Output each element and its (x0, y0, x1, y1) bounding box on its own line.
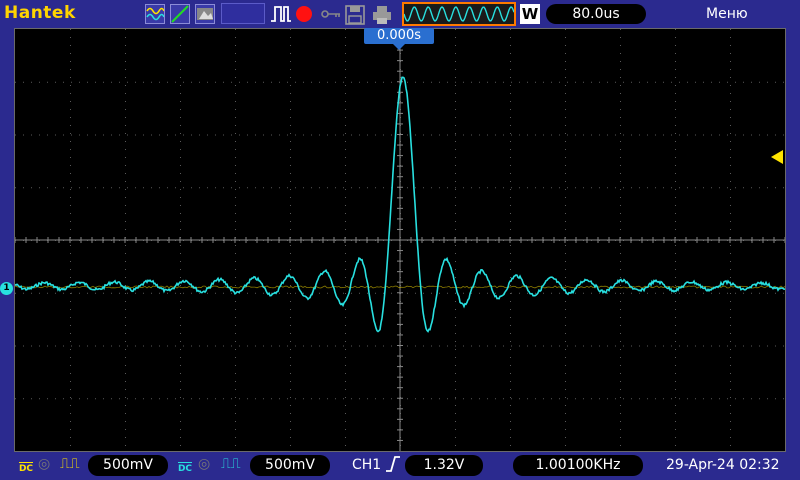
status-box (221, 3, 265, 24)
waveform-display (14, 28, 786, 452)
pulse-icon[interactable] (270, 5, 292, 27)
mini-waveform (404, 6, 514, 22)
ch1-bandwidth-icon: ◎ (38, 456, 51, 472)
menu-button[interactable]: Меню (706, 6, 748, 22)
memory-waveform-indicator[interactable] (402, 2, 516, 26)
trigger-position-marker[interactable]: 0.000s (364, 28, 434, 50)
trigger-level-marker[interactable] (771, 150, 783, 164)
save-icon[interactable] (345, 5, 365, 29)
trigger-source[interactable]: CH1 (352, 457, 381, 473)
ch1-volts-div[interactable]: 500mV (88, 455, 168, 476)
image-icon[interactable] (195, 4, 215, 24)
ch2-volts-div[interactable]: 500mV (250, 455, 330, 476)
trigger-slope-icon[interactable] (385, 455, 401, 477)
print-icon[interactable] (372, 5, 392, 29)
record-icon[interactable] (296, 6, 312, 22)
top-toolbar: Hantek W 80.0us Меню (0, 0, 800, 28)
ch2-coupling-icon: DC (175, 455, 195, 475)
timebase-readout[interactable]: 80.0us (546, 4, 646, 24)
datetime: 29-Apr-24 02:32 (666, 457, 780, 473)
ch1-coupling-icon: DC (16, 455, 36, 475)
wave-icon[interactable] (145, 4, 165, 24)
ch1-invert-icon: ⎍⎍ (60, 456, 80, 472)
brand-logo: Hantek (4, 3, 76, 23)
channel-ground-marker[interactable]: 1 (0, 282, 13, 295)
ch2-invert-icon: ⎍⎍ (221, 456, 241, 472)
trigger-level-readout[interactable]: 1.32V (405, 455, 483, 476)
frequency-readout: 1.00100KHz (513, 455, 643, 476)
rising-edge-icon[interactable] (170, 4, 190, 24)
key-icon[interactable] (320, 5, 342, 27)
window-mode-badge[interactable]: W (520, 4, 540, 24)
ch2-bandwidth-icon: ◎ (198, 456, 211, 472)
